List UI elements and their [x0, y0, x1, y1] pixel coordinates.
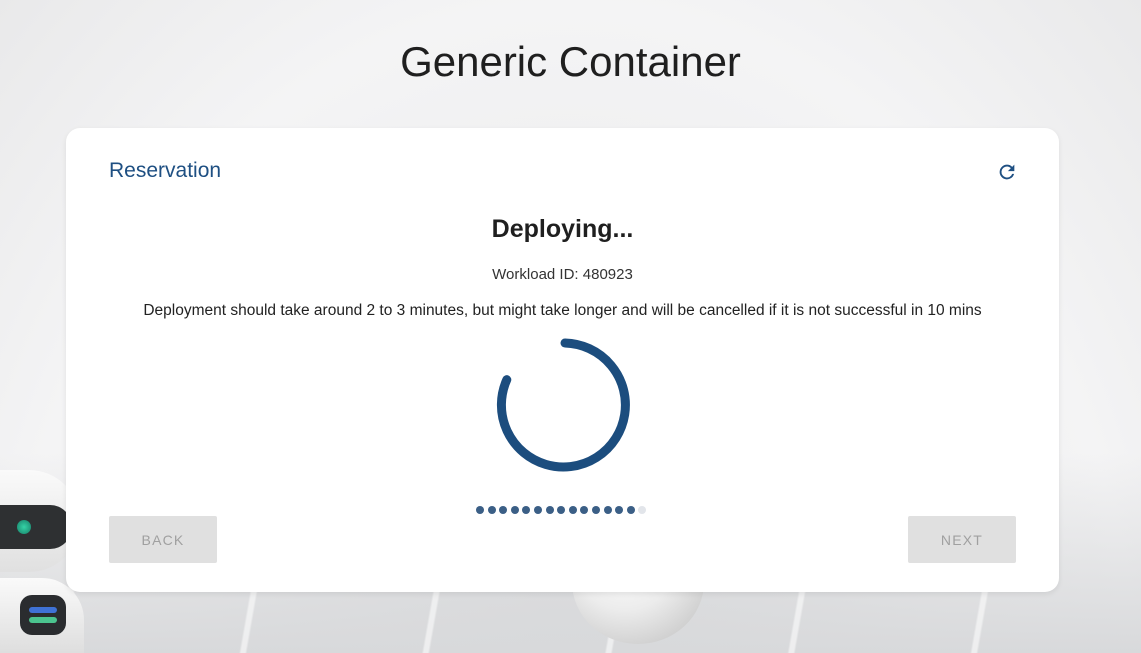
- card-title: Reservation: [109, 159, 222, 182]
- next-button[interactable]: NEXT: [908, 516, 1016, 563]
- reservation-card: Reservation Deploying... Workload ID: 48…: [66, 128, 1059, 592]
- status-heading: Deploying...: [491, 215, 634, 243]
- progress-dot-complete: [476, 506, 484, 514]
- progress-dot-complete: [615, 506, 624, 514]
- progress-dot-complete: [487, 506, 496, 514]
- workload-id: Workload ID: 480923: [492, 266, 633, 283]
- progress-dot-complete: [545, 506, 554, 514]
- progress-dots: [476, 506, 647, 514]
- background-app-icon: [20, 595, 66, 635]
- progress-dot-complete: [568, 506, 577, 514]
- page-title: Generic Container: [400, 38, 741, 85]
- progress-dot-complete: [522, 506, 531, 514]
- progress-dot-complete: [510, 506, 519, 514]
- back-button[interactable]: BACK: [109, 516, 217, 563]
- progress-dot-complete: [591, 506, 600, 514]
- progress-dot-complete: [557, 506, 566, 514]
- refresh-icon: [999, 164, 1015, 180]
- progress-dot-complete: [580, 506, 589, 514]
- refresh-button[interactable]: [994, 159, 1020, 185]
- deployment-notice: Deployment should take around 2 to 3 min…: [143, 302, 982, 319]
- loading-spinner-icon: [496, 338, 630, 472]
- progress-dot-complete: [603, 506, 612, 514]
- background-device-panel: [0, 505, 72, 549]
- progress-dot-complete: [626, 506, 635, 514]
- progress-dot-pending: [638, 506, 647, 514]
- progress-dot-complete: [533, 506, 542, 514]
- progress-dot-complete: [499, 506, 508, 514]
